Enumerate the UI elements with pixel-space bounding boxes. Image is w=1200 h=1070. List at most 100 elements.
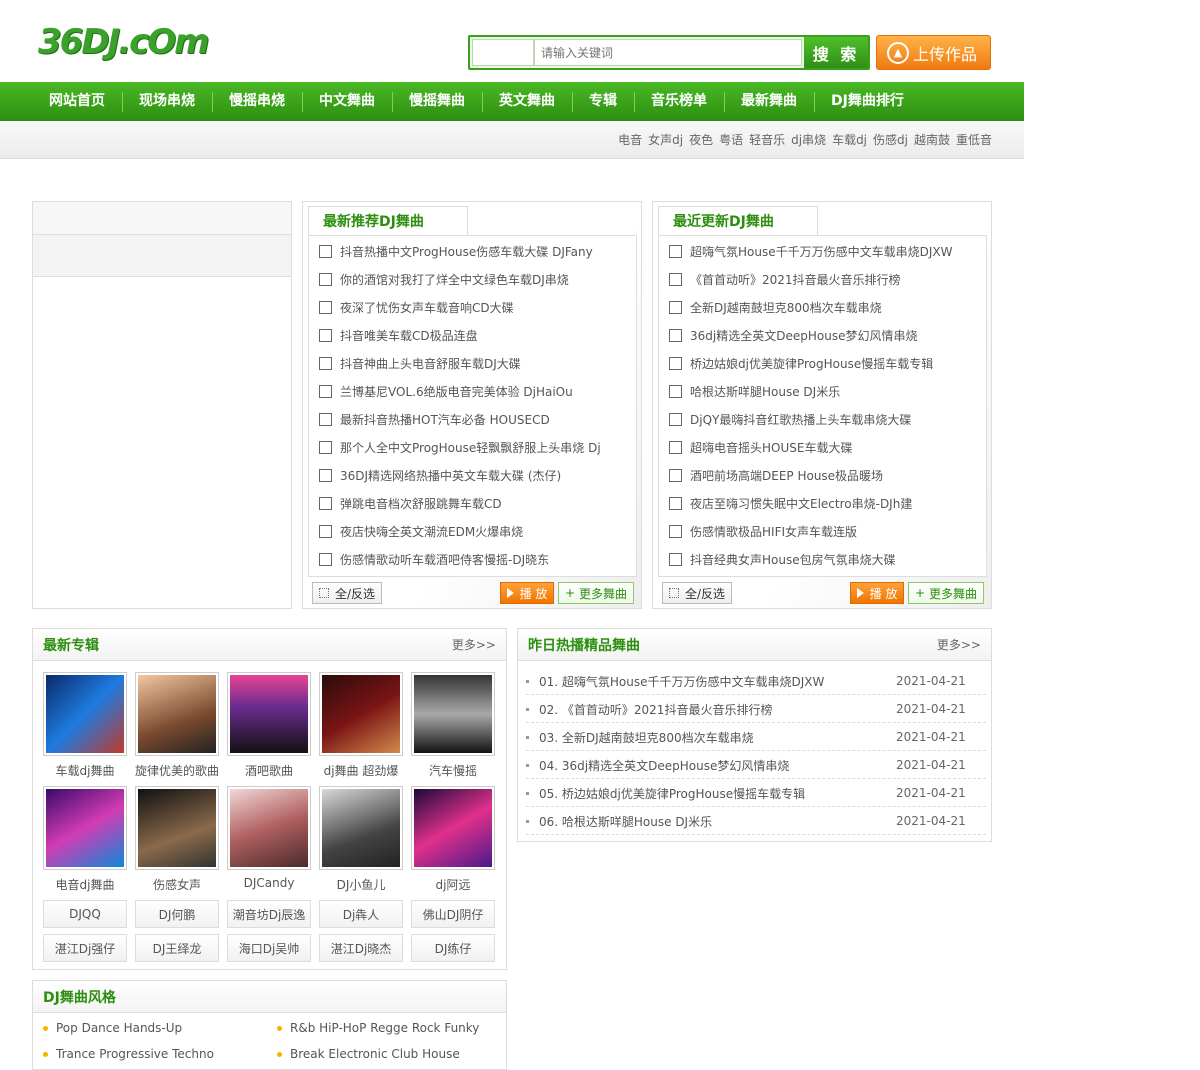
tag-link[interactable]: 女声dj bbox=[648, 131, 683, 148]
more-songs-button[interactable]: + 更多舞曲 bbox=[908, 582, 984, 604]
tag-link[interactable]: 粤语 bbox=[719, 131, 743, 148]
tag-link[interactable]: 车载dj bbox=[832, 131, 867, 148]
song-checkbox[interactable] bbox=[669, 412, 682, 426]
nav-newest[interactable]: 最新舞曲 bbox=[724, 82, 814, 121]
style-link[interactable]: Trance Progressive Techno bbox=[43, 1047, 214, 1061]
album-cover[interactable] bbox=[43, 672, 127, 756]
hot-more-link[interactable]: 更多>> bbox=[937, 636, 981, 653]
song-title-link[interactable]: 伤感情歌动听车载酒吧侍客慢摇-DJ晓东 bbox=[340, 551, 549, 568]
dj-link-button[interactable]: DJ王绎龙 bbox=[135, 934, 219, 962]
select-all-button[interactable]: 全/反选 bbox=[312, 582, 382, 604]
dj-link-button[interactable]: 佛山DJ阴仔 bbox=[411, 900, 495, 928]
song-checkbox[interactable] bbox=[669, 552, 682, 566]
play-button[interactable]: 播 放 bbox=[850, 582, 904, 604]
album-name[interactable]: 汽车慢摇 bbox=[411, 762, 495, 779]
album-card[interactable]: DJ小鱼儿 bbox=[319, 786, 403, 893]
song-checkbox[interactable] bbox=[669, 440, 682, 454]
album-cover[interactable] bbox=[319, 672, 403, 756]
album-card[interactable]: dj阿远 bbox=[411, 786, 495, 893]
album-name[interactable]: 酒吧歌曲 bbox=[227, 762, 311, 779]
album-card[interactable]: 车载dj舞曲 bbox=[43, 672, 127, 779]
album-cover[interactable] bbox=[227, 786, 311, 870]
dj-link-button[interactable]: DJ练仔 bbox=[411, 934, 495, 962]
song-checkbox[interactable] bbox=[669, 496, 682, 510]
album-name[interactable]: 旋律优美的歌曲 bbox=[135, 762, 219, 779]
song-title-link[interactable]: 哈根达斯咩腿House DJ米乐 bbox=[690, 383, 840, 400]
song-title-link[interactable]: 抖音热播中文ProgHouse伤感车载大碟 DJFany bbox=[340, 243, 593, 260]
search-category-select[interactable] bbox=[472, 39, 534, 66]
album-cover[interactable] bbox=[411, 786, 495, 870]
song-title-link[interactable]: 最新抖音热播HOT汽车必备 HOUSECD bbox=[340, 411, 550, 428]
song-title-link[interactable]: 兰博基尼VOL.6绝版电音完美体验 DjHaiOu bbox=[340, 383, 573, 400]
upload-button[interactable]: ▲ 上传作品 bbox=[876, 35, 991, 70]
tag-link[interactable]: 轻音乐 bbox=[749, 131, 785, 148]
nav-charts[interactable]: 音乐榜单 bbox=[634, 82, 724, 121]
latest-tab[interactable]: 最近更新DJ舞曲 bbox=[658, 206, 818, 236]
tag-link[interactable]: 伤感dj bbox=[873, 131, 908, 148]
song-title-link[interactable]: 超嗨电音摇头HOUSE车载大碟 bbox=[690, 439, 852, 456]
song-title-link[interactable]: 抖音经典女声House包房气氛串烧大碟 bbox=[690, 551, 896, 568]
song-checkbox[interactable] bbox=[319, 412, 332, 426]
album-name[interactable]: DJCandy bbox=[227, 876, 311, 890]
song-title-link[interactable]: 全新DJ越南鼓坦克800档次车载串烧 bbox=[690, 299, 882, 316]
dj-link-button[interactable]: 湛江Dj强仔 bbox=[43, 934, 127, 962]
select-all-button[interactable]: 全/反选 bbox=[662, 582, 732, 604]
song-title-link[interactable]: 桥边姑娘dj优美旋律ProgHouse慢摇车载专辑 bbox=[690, 355, 933, 372]
album-cover[interactable] bbox=[227, 672, 311, 756]
song-title-link[interactable]: 你的酒馆对我打了烊全中文绿色车载DJ串烧 bbox=[340, 271, 569, 288]
song-checkbox[interactable] bbox=[319, 272, 332, 286]
album-cover[interactable] bbox=[135, 786, 219, 870]
album-card[interactable]: 伤感女声 bbox=[135, 786, 219, 893]
nav-dj-ranking[interactable]: DJ舞曲排行 bbox=[814, 82, 921, 121]
song-title-link[interactable]: 抖音唯美车载CD极品连盘 bbox=[340, 327, 478, 344]
album-name[interactable]: dj阿远 bbox=[411, 876, 495, 893]
song-checkbox[interactable] bbox=[319, 496, 332, 510]
song-title-link[interactable]: 36dj精选全英文DeepHouse梦幻风情串烧 bbox=[690, 327, 917, 344]
album-cover[interactable] bbox=[319, 786, 403, 870]
song-checkbox[interactable] bbox=[669, 524, 682, 538]
hot-song-link[interactable]: 06. 哈根达斯咩腿House DJ米乐 bbox=[539, 813, 896, 830]
song-checkbox[interactable] bbox=[319, 300, 332, 314]
song-checkbox[interactable] bbox=[669, 384, 682, 398]
song-checkbox[interactable] bbox=[319, 440, 332, 454]
play-button[interactable]: 播 放 bbox=[500, 582, 554, 604]
album-cover[interactable] bbox=[43, 786, 127, 870]
hot-song-link[interactable]: 01. 超嗨气氛House千千万万伤感中文车载串烧DJXW bbox=[539, 673, 896, 690]
nav-chinese[interactable]: 中文舞曲 bbox=[302, 82, 392, 121]
dj-link-button[interactable]: 潮音坊Dj辰逸 bbox=[227, 900, 311, 928]
nav-english[interactable]: 英文舞曲 bbox=[482, 82, 572, 121]
song-checkbox[interactable] bbox=[669, 356, 682, 370]
style-link[interactable]: R&b HiP-HoP Regge Rock Funky bbox=[277, 1021, 479, 1035]
song-title-link[interactable]: DjQY最嗨抖音红歌热播上头车载串烧大碟 bbox=[690, 411, 911, 428]
album-card[interactable]: 汽车慢摇 bbox=[411, 672, 495, 779]
hot-song-link[interactable]: 04. 36dj精选全英文DeepHouse梦幻风情串烧 bbox=[539, 757, 896, 774]
song-title-link[interactable]: 夜深了忧伤女声车载音响CD大碟 bbox=[340, 299, 514, 316]
nav-albums[interactable]: 专辑 bbox=[572, 82, 634, 121]
album-card[interactable]: 旋律优美的歌曲 bbox=[135, 672, 219, 779]
song-checkbox[interactable] bbox=[669, 328, 682, 342]
style-link[interactable]: Break Electronic Club House bbox=[277, 1047, 460, 1061]
song-checkbox[interactable] bbox=[319, 244, 332, 258]
song-checkbox[interactable] bbox=[319, 524, 332, 538]
album-card[interactable]: DJCandy bbox=[227, 786, 311, 890]
song-title-link[interactable]: 伤感情歌极品HIFI女声车载连版 bbox=[690, 523, 857, 540]
dj-link-button[interactable]: 海口Dj吴帅 bbox=[227, 934, 311, 962]
more-songs-button[interactable]: + 更多舞曲 bbox=[558, 582, 634, 604]
album-name[interactable]: 车载dj舞曲 bbox=[43, 762, 127, 779]
dj-link-button[interactable]: DJQQ bbox=[43, 900, 127, 928]
album-name[interactable]: dj舞曲 超劲爆 bbox=[319, 762, 403, 779]
song-checkbox[interactable] bbox=[319, 552, 332, 566]
song-title-link[interactable]: 夜店至嗨习惯失眠中文Electro串烧-DJh建 bbox=[690, 495, 912, 512]
nav-home[interactable]: 网站首页 bbox=[32, 82, 122, 121]
search-button[interactable]: 搜 索 bbox=[804, 37, 868, 68]
song-title-link[interactable]: 酒吧前场高端DEEP House极品暖场 bbox=[690, 467, 883, 484]
song-checkbox[interactable] bbox=[669, 300, 682, 314]
album-name[interactable]: 伤感女声 bbox=[135, 876, 219, 893]
song-title-link[interactable]: 弹跳电音档次舒服跳舞车载CD bbox=[340, 495, 502, 512]
song-title-link[interactable]: 抖音神曲上头电音舒服车载DJ大碟 bbox=[340, 355, 521, 372]
album-card[interactable]: dj舞曲 超劲爆 bbox=[319, 672, 403, 779]
hot-song-link[interactable]: 03. 全新DJ越南鼓坦克800档次车载串烧 bbox=[539, 729, 896, 746]
album-cover[interactable] bbox=[135, 672, 219, 756]
nav-slow-mix[interactable]: 慢摇串烧 bbox=[212, 82, 302, 121]
song-checkbox[interactable] bbox=[319, 328, 332, 342]
